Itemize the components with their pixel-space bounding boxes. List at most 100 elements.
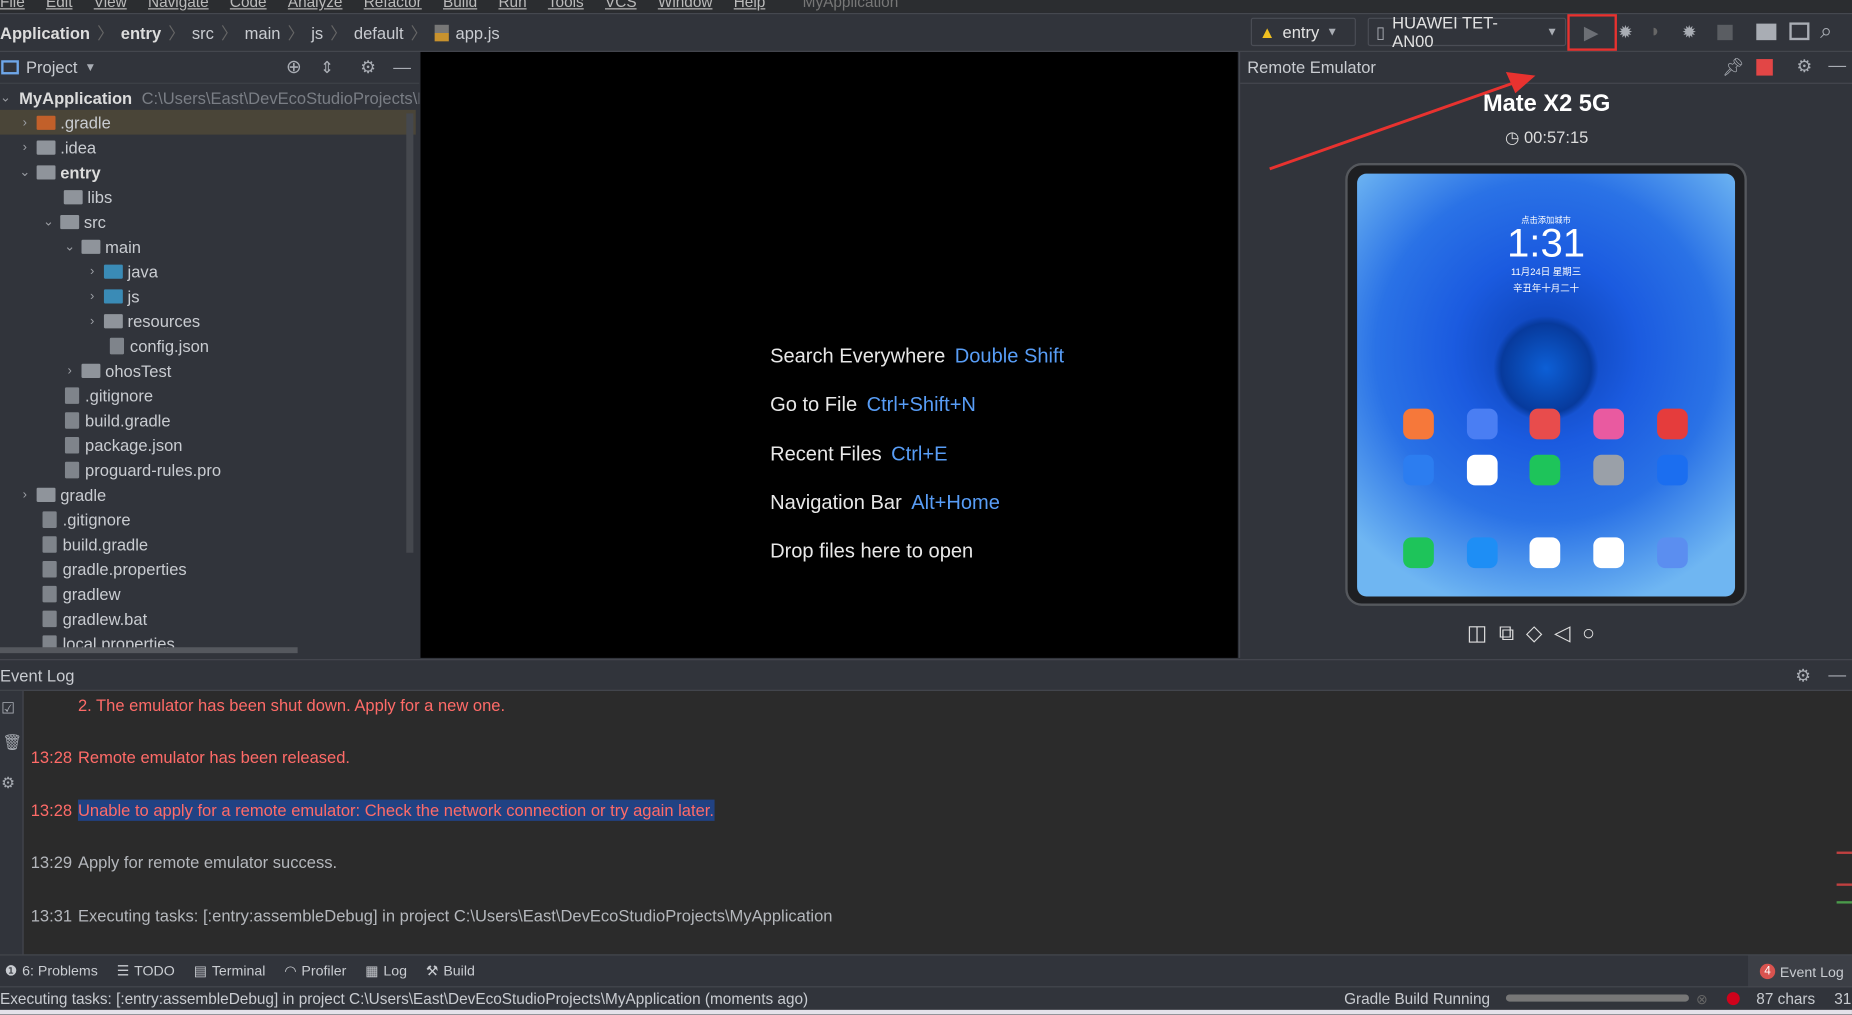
crumb-project[interactable]: Application [0,23,90,42]
search-icon[interactable]: ⌕ [1820,19,1832,44]
app-icon[interactable] [1466,454,1498,486]
tree-item[interactable]: › js [0,283,416,308]
gear-icon[interactable]: ⚙ [1795,664,1811,686]
crumb-src[interactable]: src [192,23,214,42]
stop-icon[interactable] [1717,24,1733,41]
tree-item[interactable]: .gitignore [0,507,416,532]
fold-icon[interactable]: ◫ [1467,621,1487,646]
profile-icon[interactable]: ✹ [1682,21,1697,42]
app-icon[interactable] [1657,454,1688,486]
menu-analyze[interactable]: Analyze [288,0,343,11]
tree-item[interactable]: ⌄ entry [0,159,416,184]
tree-item[interactable]: gradlew [0,581,416,606]
status-message[interactable]: Executing tasks: [:entry:assembleDebug] … [0,990,808,1008]
minimize-icon[interactable]: — [1828,56,1846,76]
tree-item[interactable]: package.json [0,432,416,457]
tree-item[interactable]: config.json [0,333,416,358]
tab-terminal[interactable]: ▤ Terminal [194,963,266,980]
cancel-task-icon[interactable]: ⊗ [1696,990,1708,1007]
vertical-scrollbar[interactable] [406,113,414,553]
run-config-dropdown[interactable]: ▲ entry ▼ [1250,17,1356,47]
camera-app-icon[interactable] [1657,537,1688,569]
menu-build[interactable]: Build [443,0,477,11]
attach-debugger-icon[interactable]: ◗ [1650,21,1661,41]
tree-item[interactable]: ⌄ main [0,234,416,259]
menu-vcs[interactable]: VCS [605,0,637,11]
error-indicator-icon[interactable] [1726,992,1740,1006]
crumb-main[interactable]: main [245,23,281,42]
run-icon[interactable]: ▶ [1584,21,1599,45]
background-task-label[interactable]: Gradle Build Running [1344,990,1490,1008]
device-dropdown[interactable]: ▯ HUAWEI TET-AN00 ▼ [1367,13,1567,51]
tab-problems[interactable]: ❶ 6: Problems [5,963,98,980]
mark-read-icon[interactable]: ☑ [1,699,15,718]
emulator-screen[interactable]: 点击添加城市 1:31 11月24日 星期三 辛丑年十月二十 [1357,173,1736,597]
menu-tools[interactable]: Tools [548,0,584,11]
tree-item[interactable]: proguard-rules.pro [0,457,416,482]
collapse-all-icon[interactable]: ⇕ [320,57,334,77]
settings-icon[interactable]: ⚙ [1,774,15,793]
back-icon[interactable]: ◁ [1554,621,1570,646]
app-icon[interactable] [1529,408,1561,440]
menu-window[interactable]: Window [658,0,713,11]
tree-item[interactable]: › resources [0,308,416,333]
home-icon[interactable]: ○ [1582,621,1595,646]
tab-event-log[interactable]: 4 Event Log [1748,955,1852,988]
caret-position[interactable]: 31 [1834,990,1851,1008]
app-icon[interactable] [1593,454,1625,486]
project-structure-icon[interactable] [1756,23,1777,41]
menu-navigate[interactable]: Navigate [148,0,209,11]
tree-item[interactable]: libs [0,184,416,209]
tree-item[interactable]: › .idea [0,135,416,160]
browser-app-icon[interactable] [1529,537,1561,569]
menu-file[interactable]: File [0,0,25,11]
trash-icon[interactable]: 🗑︎ [2,733,22,752]
tree-item[interactable]: › ohosTest [0,358,416,383]
crumb-file[interactable]: app.js [456,23,500,42]
crumb-default[interactable]: default [354,23,404,42]
menu-edit[interactable]: Edit [46,0,72,11]
gear-icon[interactable]: ⚙ [360,57,376,78]
minimize-icon[interactable]: — [393,57,411,77]
chevron-down-icon[interactable]: ▼ [85,61,97,74]
menu-help[interactable]: Help [734,0,766,11]
crumb-js[interactable]: js [311,23,323,42]
horizontal-scrollbar[interactable] [0,647,298,654]
tree-item[interactable]: build.gradle [0,531,416,556]
tree-item[interactable]: .gitignore [0,383,416,408]
app-icon[interactable] [1403,454,1434,486]
menu-view[interactable]: View [94,0,127,11]
crumb-entry[interactable]: entry [121,23,161,42]
menu-run[interactable]: Run [498,0,526,11]
pin-icon[interactable]: 📌︎ [1722,57,1744,78]
tree-item[interactable]: › java [0,259,416,284]
debug-icon[interactable]: ✹ [1618,21,1633,42]
phone-app-icon[interactable] [1403,537,1434,569]
menu-refactor[interactable]: Refactor [364,0,422,11]
app-icon[interactable] [1657,408,1688,440]
editor-empty-area[interactable]: Search Everywhere Double Shift Go to File… [420,51,1238,658]
project-view-selector[interactable]: Project [26,58,77,77]
tab-todo[interactable]: ☰ TODO [117,963,175,980]
tree-item[interactable]: build.gradle [0,407,416,432]
gear-icon[interactable]: ⚙ [1796,56,1812,77]
app-icon[interactable] [1466,408,1498,440]
tree-root[interactable]: ⌄ MyApplication C:\Users\East\DevEcoStudio… [0,85,419,110]
screenshot-icon[interactable]: ⧉ [1499,621,1514,646]
tab-profiler[interactable]: ◠ Profiler [284,963,346,980]
gallery-app-icon[interactable] [1593,537,1625,569]
device-manager-icon[interactable] [1789,22,1810,41]
app-icon[interactable] [1593,408,1625,440]
app-icon[interactable] [1529,454,1561,486]
tree-item[interactable]: › gradle [0,482,416,507]
minimize-icon[interactable]: — [1828,665,1846,685]
locate-icon[interactable]: ⊕ [286,56,302,80]
tree-item[interactable]: gradle.properties [0,556,416,581]
tree-item[interactable]: gradlew.bat [0,606,416,631]
tab-log[interactable]: ▦ Log [365,963,407,980]
rotate-icon[interactable]: ◇ [1526,621,1542,646]
app-icon[interactable] [1403,408,1434,440]
stop-emulator-icon[interactable] [1756,59,1773,76]
tree-item[interactable]: › .gradle [0,109,416,135]
tab-build[interactable]: ⚒ Build [426,963,475,980]
